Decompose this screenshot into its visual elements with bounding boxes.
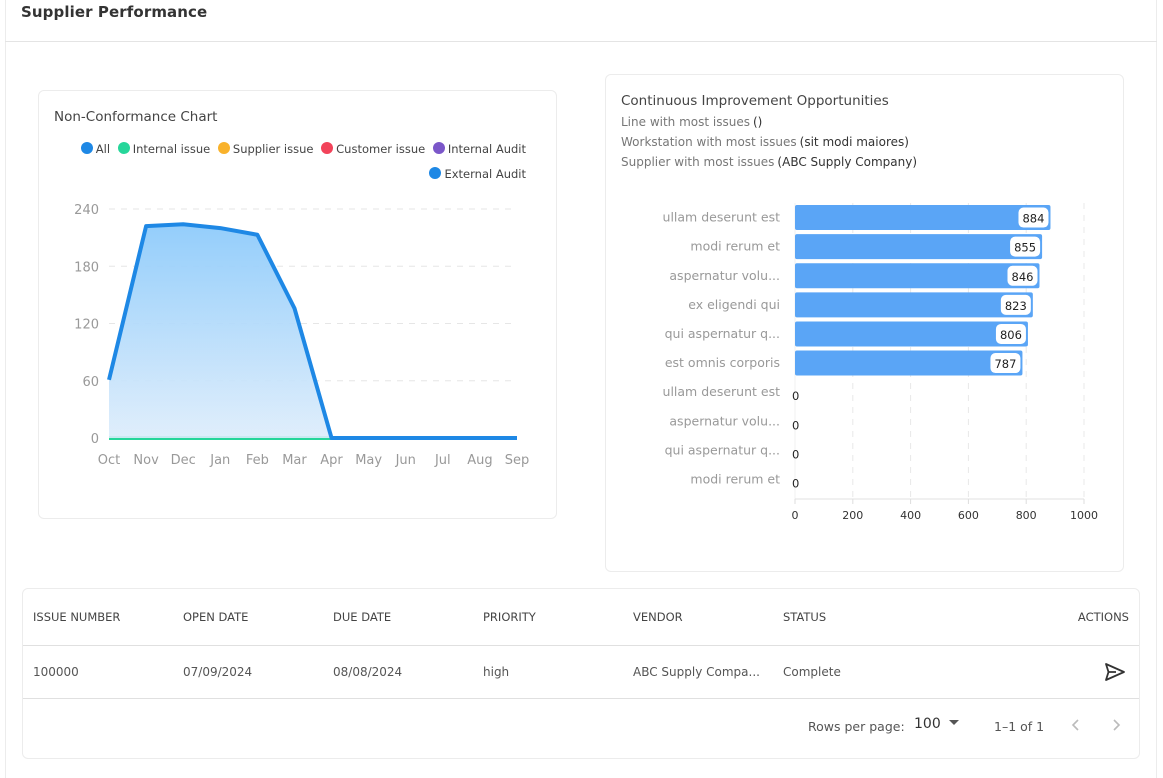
bar-value-label: 0 xyxy=(792,389,799,403)
caret-down-icon xyxy=(948,720,959,725)
issues-table-card: ISSUE NUMBER OPEN DATE DUE DATE PRIORITY… xyxy=(22,588,1140,759)
x-tick-label: Aug xyxy=(467,453,492,468)
chevron-right-icon xyxy=(1113,719,1121,731)
bar-value-label: 806 xyxy=(1000,328,1022,342)
chevron-left-icon xyxy=(1071,719,1079,731)
improvement-bar-chart: 884 855 846 823 806 787 0 0 0 0 ullam deserunt es… xyxy=(663,203,1098,522)
cell-status: Complete xyxy=(773,645,923,699)
x-tick-label: Jan xyxy=(209,453,230,468)
bar-value-label: 855 xyxy=(1014,241,1036,255)
x-tick-label: 400 xyxy=(900,509,921,522)
bar-value-label: 846 xyxy=(1012,270,1034,284)
bar-value-label: 0 xyxy=(792,447,799,461)
cell-due-date: 08/08/2024 xyxy=(323,645,473,699)
bar-category-label: aspernatur volu... xyxy=(669,268,780,283)
next-page-button[interactable] xyxy=(1104,713,1128,737)
cell-vendor: ABC Supply Compa... xyxy=(623,645,773,699)
x-tick-label: Dec xyxy=(171,453,196,468)
x-tick-label: Jul xyxy=(434,453,451,468)
bar-value-label: 823 xyxy=(1005,299,1027,313)
issues-table: ISSUE NUMBER OPEN DATE DUE DATE PRIORITY… xyxy=(23,589,1139,699)
pagination: Rows per page: 100 1–1 of 1 xyxy=(739,699,1139,759)
bar-category-label: modi rerum et xyxy=(690,239,780,254)
bar xyxy=(795,321,1028,347)
column-due-date[interactable]: DUE DATE xyxy=(323,589,473,646)
x-tick-label: 0 xyxy=(792,509,799,522)
column-issue-number[interactable]: ISSUE NUMBER xyxy=(23,589,173,646)
y-tick-label: 120 xyxy=(74,318,99,333)
improvement-card: Continuous Improvement Opportunities Lin… xyxy=(605,74,1124,572)
column-open-date[interactable]: OPEN DATE xyxy=(173,589,323,646)
bar xyxy=(795,350,1023,376)
nonconformance-line-chart: 0 60 120 180 240 Oct Nov Dec Jan Feb Mar Apr May Jun… xyxy=(74,203,530,468)
column-vendor[interactable]: VENDOR xyxy=(623,589,773,646)
cell-issue-number: 100000 xyxy=(23,645,173,699)
bar-category-label: ullam deserunt est xyxy=(663,384,781,399)
x-tick-label: Feb xyxy=(246,453,269,468)
nonconformance-card: Non-Conformance Chart All Internal issue… xyxy=(38,90,557,519)
bar-value-label: 884 xyxy=(1022,212,1044,226)
x-tick-label: Sep xyxy=(505,453,530,468)
bar xyxy=(795,292,1033,318)
x-tick-label: 600 xyxy=(958,509,979,522)
page-title: Supplier Performance xyxy=(21,3,208,21)
y-tick-label: 180 xyxy=(74,260,99,275)
x-tick-label: 200 xyxy=(842,509,863,522)
x-tick-label: 1000 xyxy=(1070,509,1098,522)
bar-category-label: modi rerum et xyxy=(690,471,780,486)
bar-value-label: 0 xyxy=(792,476,799,490)
cell-actions xyxy=(923,645,1139,699)
y-tick-label: 60 xyxy=(82,375,99,390)
bar xyxy=(795,263,1040,289)
y-tick-label: 0 xyxy=(91,432,99,447)
pagination-range: 1–1 of 1 xyxy=(994,719,1045,734)
bar-value-label: 0 xyxy=(792,418,799,432)
send-button[interactable] xyxy=(1103,660,1127,684)
column-priority[interactable]: PRIORITY xyxy=(473,589,623,646)
bar-category-label: ex eligendi qui xyxy=(688,297,780,312)
column-status[interactable]: STATUS xyxy=(773,589,923,646)
send-icon xyxy=(1105,662,1125,681)
cell-open-date: 07/09/2024 xyxy=(173,645,323,699)
bar-category-label: ullam deserunt est xyxy=(663,210,781,225)
x-tick-label: May xyxy=(355,453,382,468)
bar-category-label: qui aspernatur q... xyxy=(665,442,780,457)
page-header: Supplier Performance xyxy=(5,0,1157,42)
table-header-row: ISSUE NUMBER OPEN DATE DUE DATE PRIORITY… xyxy=(23,589,1139,646)
bar xyxy=(795,205,1051,231)
bar-category-label: est omnis corporis xyxy=(665,355,780,370)
x-tick-label: 800 xyxy=(1016,509,1037,522)
x-tick-label: Oct xyxy=(98,453,120,468)
x-tick-label: Mar xyxy=(282,453,307,468)
rows-per-page-value: 100 xyxy=(914,716,941,732)
table-row[interactable]: 100000 07/09/2024 08/08/2024 high ABC Su… xyxy=(23,645,1139,699)
bar xyxy=(795,234,1043,260)
cell-priority: high xyxy=(473,645,623,699)
x-tick-label: Apr xyxy=(320,453,343,468)
x-tick-label: Jun xyxy=(395,453,416,468)
bar-category-label: aspernatur volu... xyxy=(669,413,780,428)
column-actions: ACTIONS xyxy=(923,589,1139,646)
x-tick-label: Nov xyxy=(133,453,159,468)
bar-category-label: qui aspernatur q... xyxy=(665,326,780,341)
area-all xyxy=(109,224,517,438)
previous-page-button[interactable] xyxy=(1064,713,1088,737)
bar-value-label: 787 xyxy=(994,357,1016,371)
rows-per-page-select[interactable]: 100 xyxy=(914,716,959,732)
y-tick-label: 240 xyxy=(74,203,99,218)
rows-per-page-label: Rows per page: xyxy=(808,719,905,734)
